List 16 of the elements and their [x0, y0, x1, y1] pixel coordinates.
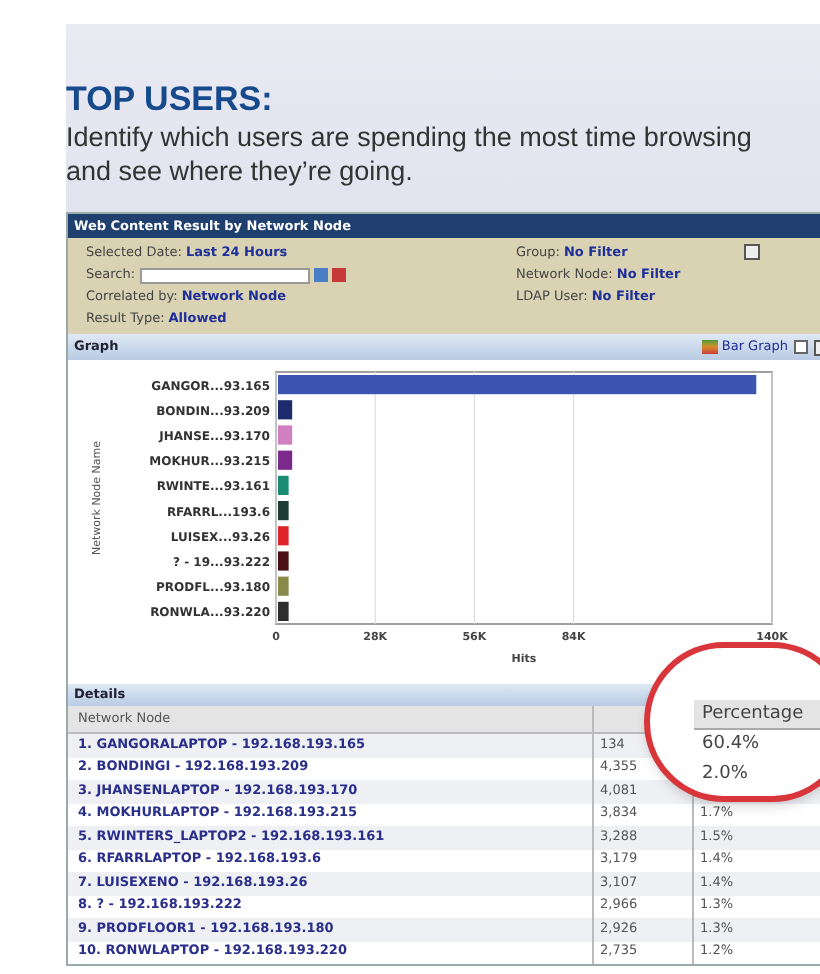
heading: TOP USERS:	[66, 80, 275, 120]
panel-icon[interactable]	[744, 244, 761, 260]
intro-text: Identify which users are spending the most time browsing and see where they’re going.	[66, 120, 754, 188]
percentage-cell-text: 2.0%	[700, 762, 750, 788]
bar	[278, 425, 293, 445]
column-header[interactable]: Percentage	[694, 700, 820, 730]
bar	[278, 576, 289, 596]
percentage-cell-text: 60.4%	[700, 732, 762, 758]
bar	[278, 551, 289, 571]
search-field[interactable]	[139, 267, 310, 283]
bar	[278, 475, 289, 495]
bar	[278, 450, 293, 470]
bar	[278, 526, 289, 546]
bar	[278, 601, 289, 621]
bar	[278, 501, 289, 521]
bar	[278, 400, 293, 420]
